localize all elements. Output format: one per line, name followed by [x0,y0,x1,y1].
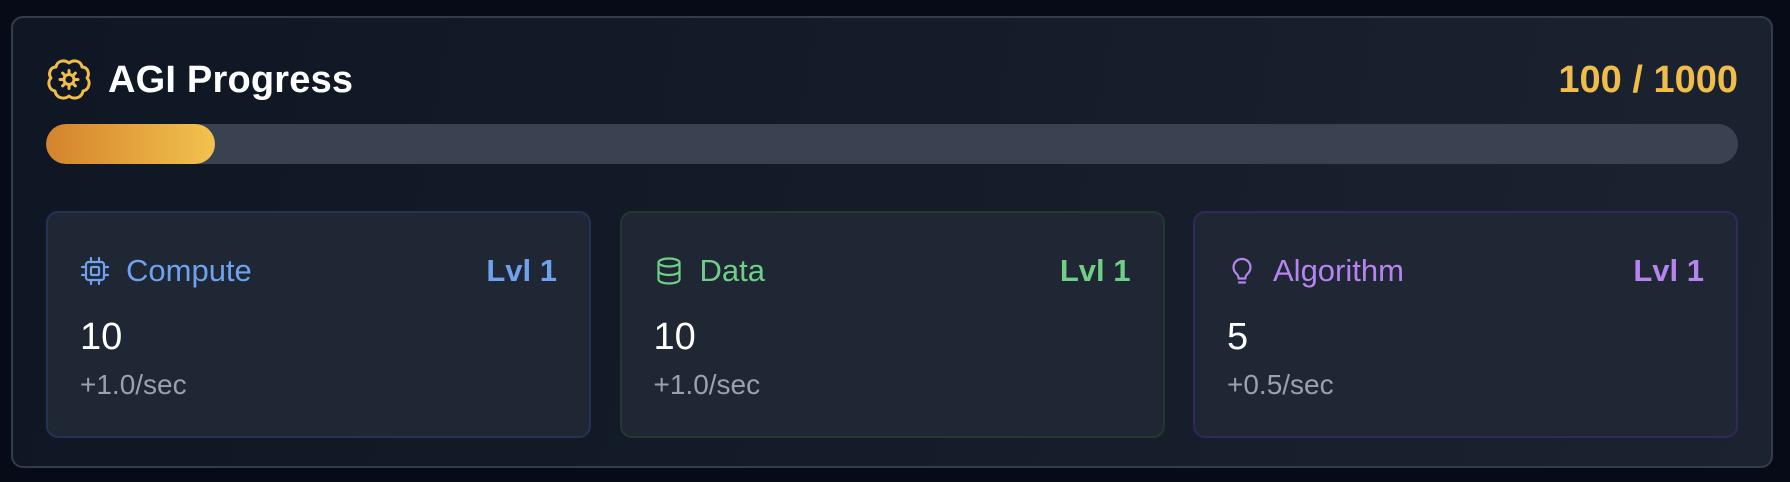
data-card-header: Data Lvl 1 [654,251,1131,291]
algorithm-card-header: Algorithm Lvl 1 [1227,251,1704,291]
algorithm-level-badge: Lvl 1 [1633,253,1704,288]
data-card[interactable]: Data Lvl 1 10 +1.0/sec [619,211,1165,438]
panel-title: AGI Progress [108,58,354,101]
compute-rate: +1.0/sec [80,369,187,400]
data-name-group: Data [654,253,765,289]
agi-progress-bar [46,124,1738,164]
progress-counter: 100 / 1000 [1558,58,1738,101]
algorithm-card[interactable]: Algorithm Lvl 1 5 +0.5/sec [1193,211,1738,438]
panel-header: AGI Progress 100 / 1000 [46,52,1738,108]
brain-icon [46,57,92,103]
database-icon [654,256,684,286]
compute-value: 10 [80,316,123,358]
compute-label: Compute [126,253,252,288]
data-level-badge: Lvl 1 [1059,253,1131,288]
agi-progress-panel: AGI Progress 100 / 1000 Compute Lvl 1 10… [11,16,1773,468]
compute-card[interactable]: Compute Lvl 1 10 +1.0/sec [46,211,591,438]
agi-progress-fill [46,124,216,164]
resource-cards: Compute Lvl 1 10 +1.0/sec Data Lvl 1 10 … [46,211,1738,438]
cpu-chip-icon [80,256,110,286]
compute-level-badge: Lvl 1 [486,253,557,288]
title-group: AGI Progress [46,57,353,103]
data-rate: +1.0/sec [653,369,761,400]
algorithm-name-group: Algorithm [1227,253,1404,289]
algorithm-value: 5 [1227,316,1249,358]
algorithm-label: Algorithm [1273,253,1404,288]
algorithm-rate: +0.5/sec [1227,369,1334,400]
compute-card-header: Compute Lvl 1 [80,251,557,291]
data-label: Data [699,253,765,288]
lightbulb-icon [1227,256,1257,286]
data-value: 10 [653,316,696,358]
compute-name-group: Compute [80,253,252,289]
